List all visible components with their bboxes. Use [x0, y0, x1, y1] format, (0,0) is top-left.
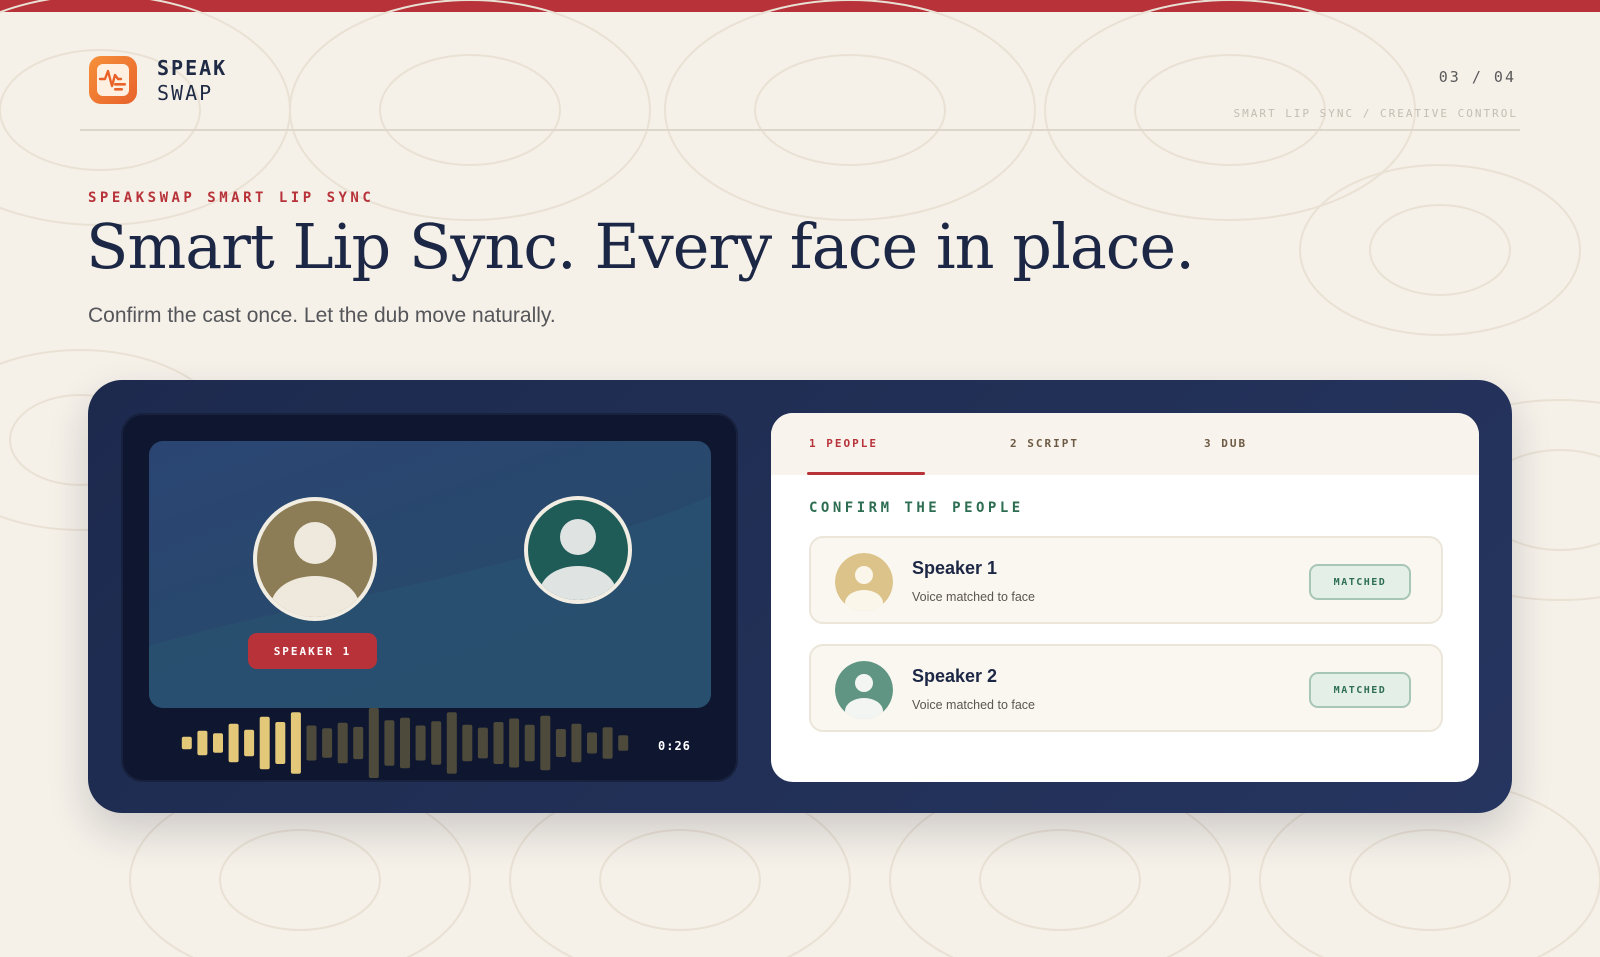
- speaker-2-avatar-icon: [835, 661, 893, 719]
- video-preview[interactable]: [149, 441, 711, 708]
- brand-line-2: SWAP: [157, 81, 214, 105]
- waveform-bar: [431, 721, 442, 765]
- waveform-bar: [244, 729, 255, 757]
- waveform-bar: [259, 716, 270, 770]
- matched-status-badge[interactable]: MATCHED: [1309, 564, 1411, 600]
- playback-timestamp: 0:26: [658, 739, 691, 753]
- person-icon: [271, 522, 359, 617]
- waveform-bar: [477, 727, 488, 759]
- waveform-bar: [400, 717, 410, 769]
- active-tab-indicator: [807, 472, 925, 475]
- waveform-bar: [275, 722, 286, 764]
- audio-waveform[interactable]: [179, 706, 631, 780]
- waveform-bar: [290, 712, 301, 774]
- waveform-bar: [509, 718, 520, 768]
- matched-status-badge[interactable]: MATCHED: [1309, 672, 1411, 708]
- speaker-name: Speaker 2: [912, 666, 998, 686]
- waveform-bar: [306, 725, 317, 761]
- brand-line-1: SPEAK: [157, 56, 228, 80]
- waveform-bar: [571, 723, 582, 763]
- waveform-bar: [415, 725, 426, 761]
- waveform-bar: [540, 715, 551, 771]
- speaker-1-avatar-icon: [835, 553, 893, 611]
- tab-people[interactable]: 1 PEOPLE: [809, 437, 878, 450]
- speaker-card-1[interactable]: Speaker 1 Voice matched to face MATCHED: [809, 536, 1443, 624]
- breadcrumb: SMART LIP SYNC / CREATIVE CONTROL: [1233, 107, 1518, 120]
- waveform-bar: [368, 708, 379, 778]
- brand-wordmark: SPEAK SWAP: [157, 56, 227, 106]
- speaker-description: Voice matched to face: [912, 698, 1035, 712]
- step-tabs: 1 PEOPLE 2 SCRIPT 3 DUB: [771, 413, 1479, 475]
- waveform-bar: [555, 729, 566, 757]
- tab-dub[interactable]: 3 DUB: [1204, 437, 1247, 450]
- waveform-bar: [524, 724, 535, 762]
- setup-panel: 1 PEOPLE 2 SCRIPT 3 DUB CONFIRM THE PEOP…: [771, 413, 1479, 782]
- page-indicator: 03 / 04: [1438, 68, 1516, 86]
- active-speaker-tag: SPEAKER 1: [248, 633, 377, 669]
- waveform-bar: [493, 722, 504, 764]
- speakswap-logo-icon: [88, 55, 138, 105]
- speaker-card-2[interactable]: Speaker 2 Voice matched to face MATCHED: [809, 644, 1443, 732]
- waveform-bar: [322, 728, 333, 758]
- speaker-name: Speaker 1: [912, 558, 998, 578]
- waveform-bar: [462, 724, 473, 762]
- waveform-bar: [228, 723, 239, 763]
- page-title: Smart Lip Sync. Every face in place.: [86, 210, 1195, 283]
- video-background-shape: [149, 496, 711, 708]
- tab-script[interactable]: 2 SCRIPT: [1010, 437, 1079, 450]
- waveform-bar: [337, 722, 348, 764]
- speaker-description: Voice matched to face: [912, 590, 1035, 604]
- waveform-bar: [213, 733, 223, 753]
- header-divider: [80, 129, 1520, 131]
- section-title: CONFIRM THE PEOPLE: [809, 500, 1024, 516]
- waveform-bar: [602, 727, 613, 759]
- waveform-bar: [446, 712, 457, 774]
- waveform-bar: [384, 720, 395, 766]
- person-icon: [540, 519, 616, 600]
- waveform-bar: [181, 736, 192, 750]
- waveform-bar: [618, 735, 629, 751]
- hero-eyebrow: SPEAKSWAP SMART LIP SYNC: [88, 190, 375, 206]
- page-subtitle: Confirm the cast once. Let the dub move …: [88, 304, 556, 327]
- face-speaker-2[interactable]: [524, 496, 632, 604]
- face-speaker-1[interactable]: [253, 497, 377, 621]
- waveform-bar: [587, 732, 597, 754]
- waveform-bar: [197, 730, 208, 756]
- waveform-bar: [353, 726, 364, 760]
